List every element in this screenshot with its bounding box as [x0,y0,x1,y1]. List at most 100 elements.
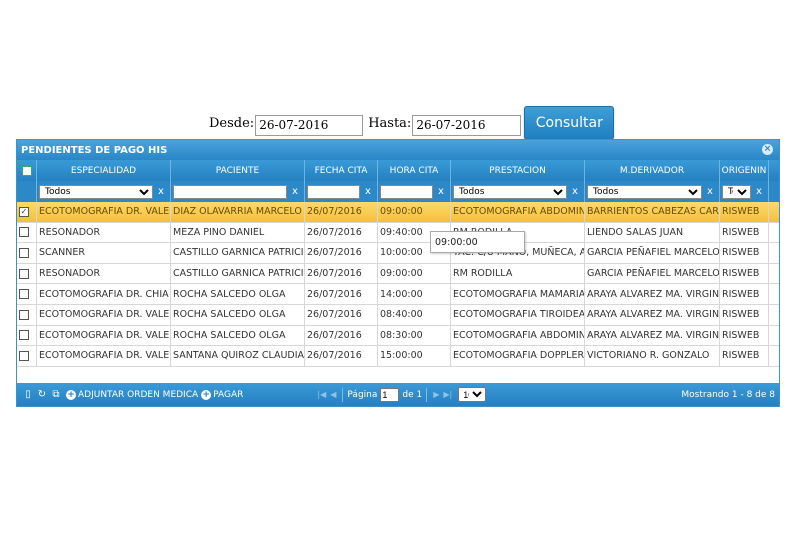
filter-derivador-select[interactable]: Todos [587,184,702,199]
filter-paciente-input[interactable] [173,184,287,199]
desde-label: Desde: [209,115,255,131]
panel-title: PENDIENTES DE PAGO HIS × [17,140,779,160]
hasta-input[interactable] [412,114,522,136]
pagina-label: Página [347,389,378,400]
select-all-checkbox[interactable] [21,165,32,176]
pending-payments-panel: PENDIENTES DE PAGO HIS × ESPECIALIDAD PAC… [16,139,780,407]
pagar-label: PAGAR [213,389,244,400]
row-checkbox[interactable] [19,330,29,341]
row-checkbox[interactable] [19,309,29,320]
row-checkbox[interactable] [19,268,29,279]
close-icon[interactable]: × [762,144,773,155]
next-page-icon[interactable]: ▶ [433,390,439,399]
filter-cell-derivador: Todos x [585,181,720,202]
column-header-paciente-col[interactable]: PACIENTE [171,160,305,181]
filter-especialidad-select[interactable]: Todos [39,184,153,199]
table-row[interactable]: RESONADOR MEZA PINO DANIEL 26/07/2016 09:40… [17,222,779,244]
filter-clear-icon[interactable]: x [755,186,763,197]
pager-separator [426,387,428,402]
filter-hora-input[interactable] [380,184,433,199]
cell-hora: 15:00:00 [378,346,451,366]
copy-icon[interactable]: ⧉ [49,389,63,400]
row-checkbox[interactable]: ✓ [19,206,29,217]
cell-origen: RISWEB [720,325,769,346]
row-checkbox[interactable] [19,247,29,258]
filter-prestacion-select[interactable]: Todos [453,184,567,199]
cell-prestacion: ECOTOMOGRAFIA TIROIDEA [451,304,585,325]
filter-cell-hora: x [378,181,451,202]
column-header-derivador-col[interactable]: M.DERIVADOR [585,160,720,181]
desde-input[interactable] [255,114,364,136]
cell-especialidad: ECOTOMOGRAFIA DR. VALENZUELA [37,346,171,366]
prev-page-icon[interactable]: ◀ [330,390,336,399]
consultar-button[interactable]: Consultar [524,106,615,140]
cell-derivador: ARAYA ALVAREZ MA. VIRGINIA [585,325,720,346]
filter-clear-icon[interactable]: x [706,186,714,197]
cell-prestacion: ECOTOMOGRAFIA MAMARIA BILATERAL [451,284,585,304]
row-checkbox[interactable] [19,289,29,300]
table-row[interactable]: ECOTOMOGRAFIA DR. CHIA ROCHA SALCEDO OLGA… [17,284,779,305]
row-checkbox-cell [17,263,37,284]
last-page-icon[interactable]: ▶| [443,390,452,399]
adjuntar-orden-button[interactable]: + ADJUNTAR ORDEN MEDICA [66,389,198,400]
cell-derivador: VICTORIANO R. GONZALO [585,346,720,366]
panel-title-text: PENDIENTES DE PAGO HIS [21,144,168,156]
cell-origen: RISWEB [720,222,769,243]
filter-clear-icon[interactable]: x [364,186,372,197]
filter-cell-prestacion: Todos x [451,181,585,202]
select-all-cell [17,160,37,181]
rows-per-page-select[interactable]: 10 [458,387,487,402]
row-checkbox-cell: ✓ [17,202,37,222]
new-document-icon[interactable]: ▯ [21,389,35,400]
filter-cell-paciente: x [171,181,305,202]
first-page-icon[interactable]: |◀ [317,390,326,399]
column-header-especialidad-col[interactable]: ESPECIALIDAD [37,160,171,181]
cell-derivador: ARAYA ALVAREZ MA. VIRGINIA [585,284,720,304]
records-summary: Mostrando 1 - 8 de 8 [681,389,775,400]
cell-derivador: ARAYA ALVAREZ MA. VIRGINIA [585,304,720,325]
date-filter-bar: Desde: Hasta: Consultar [209,106,615,140]
cell-derivador: GARCIA PEÑAFIEL MARCELO [585,243,720,263]
cell-especialidad: ECOTOMOGRAFIA DR. VALENZUELA [37,325,171,346]
cell-paciente: ROCHA SALCEDO OLGA [171,284,305,304]
refresh-icon[interactable]: ↻ [35,389,49,400]
filter-clear-icon[interactable]: x [437,186,445,197]
cell-especialidad: RESONADOR [37,263,171,284]
page-input[interactable] [380,387,400,402]
filter-clear-icon[interactable]: x [291,186,299,197]
cell-prestacion: ECOTOMOGRAFIA DOPPLER CAROTIDEO [451,346,585,366]
cell-especialidad: SCANNER [37,243,171,263]
cell-origen: RISWEB [720,202,769,222]
row-checkbox-cell [17,243,37,263]
cell-origen: RISWEB [720,263,769,284]
filter-origen-select[interactable]: To [722,184,751,199]
row-checkbox[interactable] [19,350,29,361]
cell-hora: 09:00:00 [378,202,451,222]
cell-origen: RISWEB [720,346,769,366]
cell-hora: 14:00:00 [378,284,451,304]
row-checkbox[interactable] [19,227,29,238]
cell-derivador: LIENDO SALAS JUAN [585,222,720,243]
column-header-origen-col[interactable]: ORIGENIN [720,160,769,181]
filter-clear-icon[interactable]: x [571,186,579,197]
plus-icon: + [66,389,76,400]
table-row[interactable]: SCANNER CASTILLO GARNICA PATRICIO 26/07/20… [17,243,779,264]
cell-hora: 08:30:00 [378,325,451,346]
cell-fecha: 26/07/2016 [305,284,378,304]
table-row[interactable]: ECOTOMOGRAFIA DR. VALENZUELASANTANA QUIR… [17,346,779,367]
cell-paciente: SANTANA QUIROZ CLAUDIA [171,346,305,366]
pagar-button[interactable]: + PAGAR [201,389,244,400]
filter-fecha-input[interactable] [307,184,360,199]
cell-fecha: 26/07/2016 [305,222,378,243]
table-row[interactable]: RESONADOR CASTILLO GARNICA PATRICIO 26/07/… [17,263,779,285]
column-header-prestacion-col[interactable]: PRESTACION [451,160,585,181]
filter-clear-icon[interactable]: x [157,186,165,197]
column-header-fecha-cita-col[interactable]: FECHA CITA [305,160,378,181]
table-row[interactable]: ECOTOMOGRAFIA DR. VALENZUELAROCHA SALCED… [17,304,779,326]
table-row[interactable]: ✓ ECOTOMOGRAFIA DR. VALENZUELADIAZ OLAVAR… [17,202,779,223]
row-checkbox-cell [17,325,37,346]
table-row[interactable]: ECOTOMOGRAFIA DR. VALENZUELAROCHA SALCED… [17,325,779,347]
column-header-hora-cita-col[interactable]: HORA CITA [378,160,451,181]
filter-cell-origen: To x [720,181,769,202]
cell-fecha: 26/07/2016 [305,263,378,284]
